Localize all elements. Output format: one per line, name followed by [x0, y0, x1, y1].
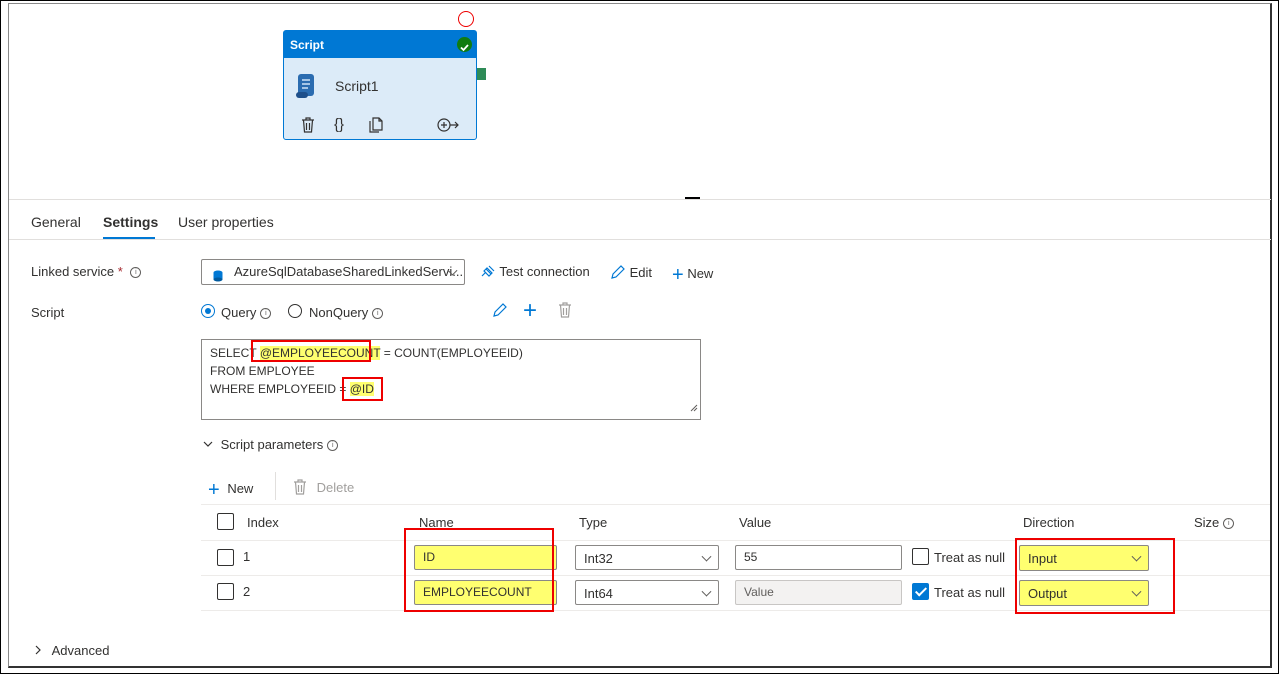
header-border	[201, 540, 1270, 541]
row-1-checkbox[interactable]	[217, 549, 234, 566]
info-icon[interactable]: i	[260, 308, 272, 319]
plus-icon: +	[672, 264, 684, 286]
info-icon[interactable]: i	[327, 440, 339, 451]
chevron-down-icon	[701, 586, 712, 597]
tab-settings[interactable]: Settings	[103, 214, 158, 230]
chevron-down-icon	[203, 437, 217, 452]
pencil-icon	[610, 265, 630, 280]
chevron-down-icon	[701, 551, 712, 562]
activity-type-label: Script	[290, 38, 325, 52]
header-type: Type	[579, 515, 608, 530]
header-value: Value	[739, 515, 772, 530]
row-1-border	[201, 575, 1270, 576]
code-icon[interactable]: {}	[334, 116, 344, 133]
script-parameters-toggle[interactable]: Script parameters i	[203, 437, 339, 452]
delete-icon[interactable]	[301, 117, 315, 136]
plus-icon: +	[208, 479, 220, 501]
row-2-treat-as-null-label: Treat as null	[934, 585, 1006, 600]
script-label: Script	[31, 305, 65, 320]
tabs-divider	[9, 239, 1271, 240]
row-1-type-select[interactable]: Int32	[575, 545, 719, 570]
success-check-icon	[457, 37, 472, 52]
delete-parameter-button: Delete	[293, 479, 354, 495]
row-1-value-input[interactable]: 55	[735, 545, 902, 570]
panel-divider	[9, 199, 1271, 200]
row-1-treat-as-null-checkbox[interactable]	[912, 548, 929, 565]
tab-user-properties[interactable]: User properties	[178, 214, 274, 230]
advanced-toggle[interactable]: Advanced	[34, 643, 109, 658]
info-icon[interactable]: i	[1223, 518, 1235, 529]
info-icon[interactable]: i	[130, 267, 142, 278]
activity-header: Script	[284, 31, 476, 58]
required-mark: *	[117, 264, 123, 279]
copy-icon[interactable]	[369, 117, 385, 136]
plug-icon	[480, 264, 499, 279]
nonquery-radio[interactable]	[288, 304, 302, 318]
chevron-right-icon	[34, 643, 46, 658]
test-connection-button[interactable]: Test connection	[480, 264, 590, 279]
tab-general[interactable]: General	[31, 214, 81, 230]
header-direction: Direction	[1023, 515, 1075, 530]
script-icon	[294, 72, 318, 103]
employeecount-variable: @EMPLOYEECOUNT	[259, 346, 381, 360]
delete-script-icon	[558, 302, 572, 321]
edit-linked-service-button[interactable]: Edit	[610, 264, 652, 280]
header-name: Name	[419, 515, 454, 530]
row-1-index: 1	[243, 549, 251, 564]
script-line-1: SELECT @EMPLOYEECOUNT = COUNT(EMPLOYEEID…	[210, 346, 523, 360]
row-1-name-input[interactable]: ID	[414, 545, 557, 570]
row-2-treat-as-null-checkbox[interactable]	[912, 583, 929, 600]
table-top-border	[201, 504, 1270, 505]
linked-service-label: Linked service * i	[31, 264, 142, 279]
activity-output-port[interactable]	[477, 68, 486, 80]
nonquery-radio-label: NonQuery i	[309, 305, 384, 320]
row-2-index: 2	[243, 584, 251, 599]
script-line-2: FROM EMPLOYEE	[210, 364, 315, 378]
script-textarea[interactable]: SELECT @EMPLOYEECOUNT = COUNT(EMPLOYEEID…	[201, 339, 701, 420]
resize-grip-icon[interactable]	[690, 399, 698, 417]
header-index: Index	[247, 515, 279, 530]
row-2-checkbox[interactable]	[217, 583, 234, 600]
row-2-border	[201, 610, 1270, 611]
row-2-value-input: Value	[735, 580, 902, 605]
script-line-3: WHERE EMPLOYEEID = @ID	[210, 382, 374, 396]
row-2-name-input[interactable]: EMPLOYEECOUNT	[414, 580, 557, 605]
linked-service-value: AzureSqlDatabaseSharedLinkedServi...	[234, 264, 464, 279]
linked-service-select[interactable]: AzureSqlDatabaseSharedLinkedServi...	[201, 259, 465, 285]
sql-database-icon	[213, 266, 223, 284]
add-script-icon[interactable]: +	[523, 297, 537, 325]
header-size: Size i	[1194, 515, 1235, 530]
new-parameter-button[interactable]: + New	[208, 479, 253, 502]
info-icon[interactable]: i	[372, 308, 384, 319]
row-1-treat-as-null-label: Treat as null	[934, 550, 1006, 565]
row-2-type-select[interactable]: Int64	[575, 580, 719, 605]
select-all-checkbox[interactable]	[217, 513, 234, 530]
chevron-down-icon	[1131, 551, 1142, 562]
script-activity[interactable]: Script Script1 {}	[283, 30, 477, 140]
toolbar-separator	[275, 472, 276, 500]
chevron-down-icon	[1131, 586, 1142, 597]
delete-icon	[293, 479, 311, 495]
activity-name: Script1	[335, 78, 379, 94]
query-radio[interactable]	[201, 304, 215, 318]
add-output-icon[interactable]	[437, 118, 459, 135]
annotation-circle	[458, 11, 474, 27]
row-1-direction-select[interactable]: Input	[1019, 545, 1149, 571]
new-linked-service-button[interactable]: + New	[672, 264, 713, 287]
row-2-direction-select[interactable]: Output	[1019, 580, 1149, 606]
edit-script-icon[interactable]	[492, 302, 508, 321]
query-radio-label: Query i	[221, 305, 272, 320]
id-variable: @ID	[349, 382, 374, 396]
